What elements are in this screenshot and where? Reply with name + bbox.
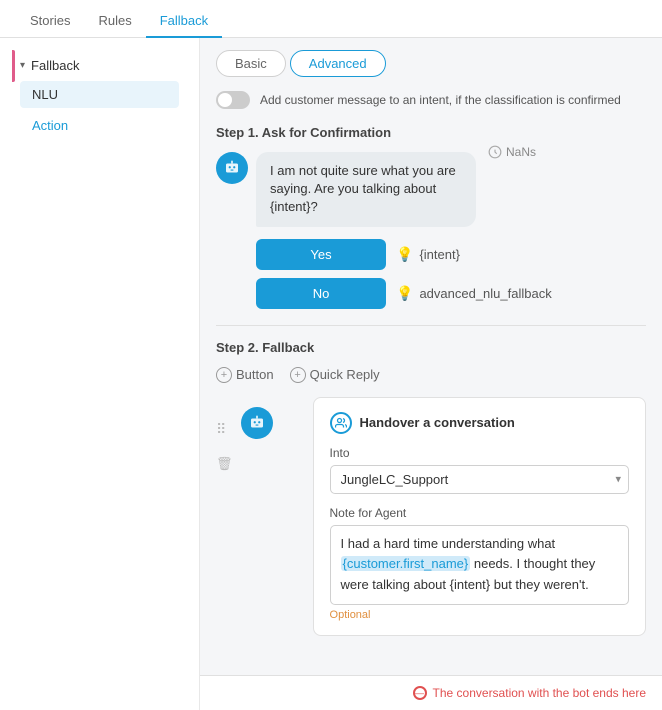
tab-bar: Basic Advanced (216, 50, 646, 77)
step2-actions: + Button + Quick Reply (216, 367, 646, 383)
yes-button[interactable]: Yes (256, 239, 386, 270)
step1-label: Step 1. Ask for Confirmation (216, 125, 646, 140)
sidebar-section-label: Fallback (31, 58, 79, 73)
add-button-btn[interactable]: + Button (216, 367, 274, 383)
variable-customer-first-name: {customer.first_name} (341, 556, 471, 571)
divider (216, 325, 646, 326)
nans-text: NaNs (506, 144, 536, 161)
step2-label: Step 2. Fallback (216, 340, 646, 355)
bottom-bar: — The conversation with the bot ends her… (200, 675, 662, 710)
into-label: Into (330, 446, 629, 460)
toggle-knob (218, 93, 232, 107)
sidebar-item-nlu[interactable]: NLU (20, 81, 179, 108)
nav-item-fallback[interactable]: Fallback (146, 5, 222, 38)
top-nav: Stories Rules Fallback (0, 0, 662, 38)
yes-intent-text: {intent} (419, 247, 460, 262)
handover-title: Handover a conversation (360, 415, 515, 430)
nav-item-rules[interactable]: Rules (84, 5, 145, 38)
into-select[interactable]: JungleLC_Support Support Sales (330, 465, 629, 494)
trash-icon[interactable]: 🗑 (216, 456, 233, 472)
main-content: Basic Advanced Add customer message to a… (200, 38, 662, 710)
bulb-icon-no: 💡 (396, 285, 413, 302)
sidebar-accent (12, 50, 15, 82)
toggle-row: Add customer message to an intent, if th… (216, 91, 646, 109)
plus-circle-quick-reply: + (290, 367, 306, 383)
sidebar-section-wrap: ▾ Fallback (12, 54, 187, 77)
drag-handle-icon[interactable]: ⠿ (216, 421, 233, 438)
into-select-wrapper: JungleLC_Support Support Sales ▾ (330, 465, 629, 494)
sidebar-item-action[interactable]: Action (20, 112, 179, 139)
handover-row: ⠿ 🗑 (216, 397, 646, 636)
bot-avatar-step2 (241, 407, 273, 439)
tab-basic[interactable]: Basic (216, 50, 286, 77)
no-btn-row: No 💡 advanced_nlu_fallback (256, 278, 646, 309)
plus-circle-button: + (216, 367, 232, 383)
handover-icon (330, 412, 352, 434)
action-btns: Yes 💡 {intent} No 💡 advanced_nlu_fallbac… (256, 239, 646, 309)
bot-message-row: I am not quite sure what you are saying.… (216, 152, 646, 227)
bulb-icon-yes: 💡 (396, 246, 413, 263)
nans-badge: NaNs (488, 144, 536, 161)
nav-item-stories[interactable]: Stories (16, 5, 84, 38)
no-intent-text: advanced_nlu_fallback (419, 286, 551, 301)
yes-intent-label: 💡 {intent} (396, 246, 460, 263)
no-entry-icon: — (413, 686, 427, 700)
no-intent-label: 💡 advanced_nlu_fallback (396, 285, 552, 302)
add-quick-reply-btn[interactable]: + Quick Reply (290, 367, 380, 383)
toggle-label: Add customer message to an intent, if th… (260, 93, 621, 107)
bot-bubble: I am not quite sure what you are saying.… (256, 152, 476, 227)
bot-avatar-step1 (216, 152, 248, 184)
note-field[interactable]: I had a hard time understanding what {cu… (330, 525, 629, 605)
toggle-switch[interactable] (216, 91, 250, 109)
no-button[interactable]: No (256, 278, 386, 309)
bottom-bar-text: The conversation with the bot ends here (433, 686, 646, 700)
handover-card: Handover a conversation Into JungleLC_Su… (313, 397, 646, 636)
sidebar-section: ▾ Fallback NLU Action (0, 46, 199, 149)
note-label: Note for Agent (330, 506, 629, 520)
add-quick-reply-label: Quick Reply (310, 367, 380, 382)
yes-btn-row: Yes 💡 {intent} (256, 239, 646, 270)
sidebar: ▾ Fallback NLU Action (0, 38, 200, 710)
add-button-label: Button (236, 367, 274, 382)
handover-header: Handover a conversation (330, 412, 629, 434)
optional-label: Optional (330, 609, 629, 621)
tab-advanced[interactable]: Advanced (290, 50, 386, 77)
bot-bubble-text: I am not quite sure what you are saying.… (270, 163, 456, 214)
sidebar-section-header[interactable]: ▾ Fallback (12, 54, 79, 77)
chevron-down-icon: ▾ (20, 60, 25, 71)
layout: ▾ Fallback NLU Action Basic Advanced Add… (0, 38, 662, 710)
